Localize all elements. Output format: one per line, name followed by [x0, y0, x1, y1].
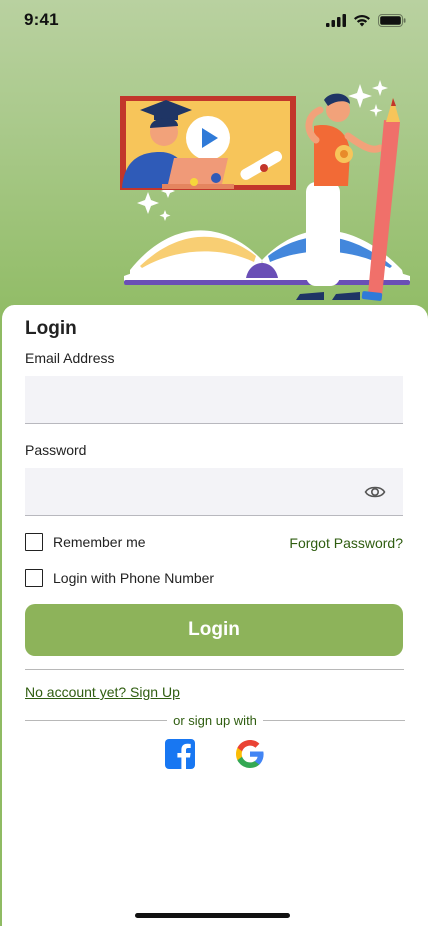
remember-me-checkbox[interactable] [25, 533, 43, 551]
home-indicator [135, 913, 290, 918]
remember-me-label: Remember me [53, 534, 146, 550]
status-bar: 9:41 [0, 0, 428, 40]
social-login-row [164, 738, 266, 770]
password-label: Password [25, 442, 87, 458]
login-button[interactable]: Login [25, 604, 403, 656]
or-divider: or sign up with [25, 712, 406, 728]
battery-icon [378, 13, 406, 27]
hero-illustration [120, 80, 410, 301]
status-icons [326, 13, 406, 27]
phone-login-label: Login with Phone Number [53, 570, 215, 586]
password-field[interactable] [25, 468, 403, 516]
sign-up-link[interactable]: No account yet? Sign Up [25, 684, 180, 700]
facebook-icon[interactable] [164, 738, 196, 770]
email-field[interactable] [25, 376, 403, 424]
phone-login-checkbox[interactable] [25, 569, 43, 587]
signal-icon [326, 13, 346, 27]
login-title: Login [25, 318, 77, 339]
phone-login-row[interactable]: Login with Phone Number [25, 569, 214, 587]
eye-icon[interactable] [364, 484, 386, 500]
wifi-icon [354, 14, 370, 26]
or-line-right [262, 719, 406, 721]
google-icon[interactable] [234, 738, 266, 770]
email-label: Email Address [25, 350, 115, 366]
or-line-left [25, 719, 168, 721]
status-time: 9:41 [24, 10, 59, 29]
forgot-password-link[interactable]: Forgot Password? [289, 535, 403, 551]
remember-me-row[interactable]: Remember me [25, 533, 146, 551]
divider [25, 669, 404, 670]
or-sign-up-with-label: or sign up with [173, 712, 257, 728]
